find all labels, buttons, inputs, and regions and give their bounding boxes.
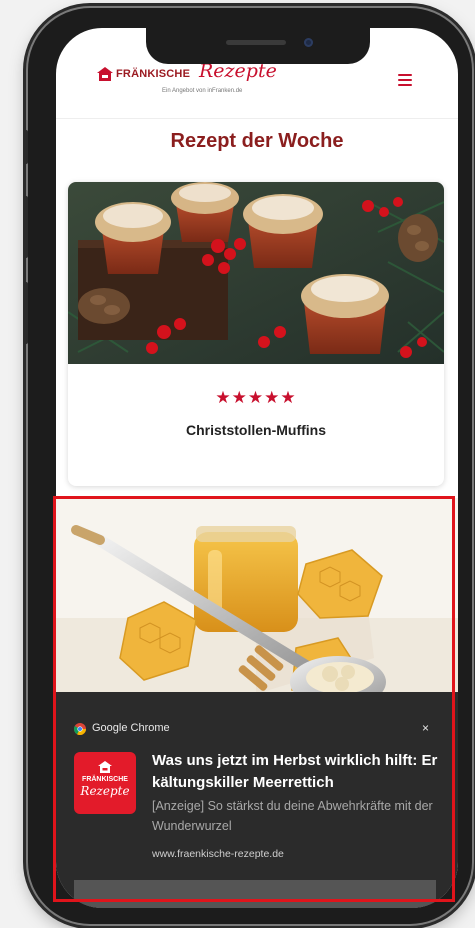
chrome-icon xyxy=(74,723,86,735)
camera-icon xyxy=(304,38,313,47)
advertisement-image[interactable] xyxy=(56,498,458,694)
hamburger-menu-icon[interactable] xyxy=(398,74,412,86)
logo-tagline: Ein Angebot von inFranken.de xyxy=(162,88,243,94)
recipe-card[interactable]: ★★★★★ Christstollen-Muffins xyxy=(68,182,444,486)
logo-brand-text: FRÄNKISCHE xyxy=(116,68,191,80)
recipe-title[interactable]: Christstollen-Muffins xyxy=(68,422,444,438)
phone-screen: FRÄNKISCHE Rezepte Ein Angebot von inFra… xyxy=(56,28,458,908)
recipe-image[interactable] xyxy=(68,182,444,364)
notification-url: www.fraenkische-rezepte.de xyxy=(152,848,284,860)
notification-action-bar[interactable] xyxy=(74,880,436,908)
notification-title: Was uns jetzt im Herbst wirklich hilft: … xyxy=(152,752,438,791)
house-icon xyxy=(98,761,112,773)
phone-volume-up xyxy=(23,196,28,258)
speaker-grille xyxy=(226,40,286,45)
notification-logo: FRÄNKISCHE Rezepte xyxy=(74,752,136,814)
phone-notch xyxy=(146,28,370,64)
rating-stars: ★★★★★ xyxy=(215,388,297,407)
notification-app-name: Google Chrome xyxy=(92,722,170,734)
close-icon[interactable]: × xyxy=(422,721,429,735)
house-icon xyxy=(97,67,113,81)
notification-logo-brand: FRÄNKISCHE xyxy=(82,776,128,783)
section-title: Rezept der Woche xyxy=(170,130,344,152)
notification-logo-script: Rezepte xyxy=(80,784,130,798)
phone-volume-down xyxy=(23,282,28,344)
push-notification[interactable]: Google Chrome × FRÄNKISCHE Rezepte Was u… xyxy=(56,692,458,908)
phone-side-button xyxy=(23,130,28,164)
site-logo[interactable]: FRÄNKISCHE Rezepte Ein Angebot von inFra… xyxy=(96,60,277,104)
notification-body: [Anzeige] So stärkst du deine Abwehrkräf… xyxy=(152,799,433,833)
